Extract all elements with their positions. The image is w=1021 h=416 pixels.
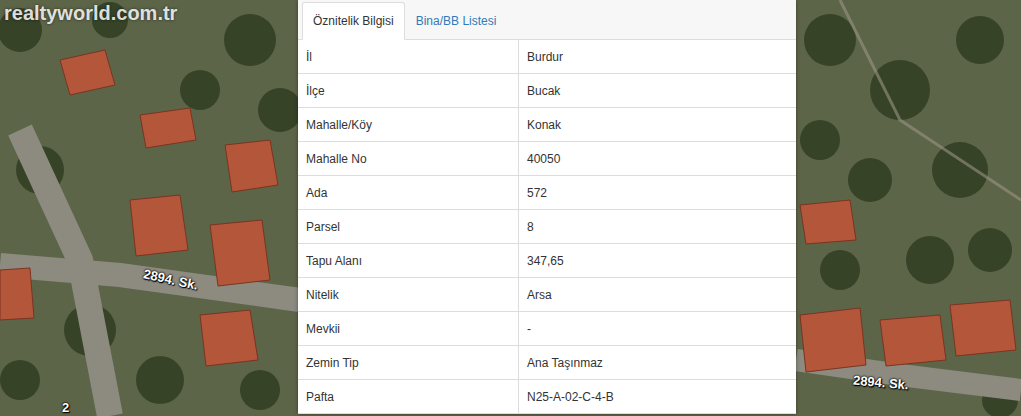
street-label: 2 [62, 400, 69, 415]
tab-bar: Öznitelik BilgisiBina/BB Listesi [298, 0, 796, 40]
row-label: İlçe [298, 74, 519, 107]
attribute-table: İlBurdurİlçeBucakMahalle/KöyKonakMahalle… [298, 40, 796, 414]
parcel-info-panel: Öznitelik BilgisiBina/BB ListesiİlBurdur… [298, 0, 796, 414]
row-value: 347,65 [519, 244, 796, 277]
row-value: 572 [519, 176, 796, 209]
table-row: Parsel8 [298, 210, 796, 244]
table-row: Tapu Alanı347,65 [298, 244, 796, 278]
watermark: realtyworld.com.tr [4, 2, 177, 25]
row-value: 8 [519, 210, 796, 243]
row-value: Ana Taşınmaz [519, 346, 796, 379]
table-row: İlBurdur [298, 40, 796, 74]
map-view[interactable]: 2894. Sk.2894. Sk.2realtyworld.com.trÖzn… [0, 0, 1021, 416]
row-value: N25-A-02-C-4-B [519, 380, 796, 413]
table-row: Mahalle/KöyKonak [298, 108, 796, 142]
row-label: Mahalle No [298, 142, 519, 175]
table-row: PaftaN25-A-02-C-4-B [298, 380, 796, 414]
row-label: Mahalle/Köy [298, 108, 519, 141]
table-row: Mahalle No40050 [298, 142, 796, 176]
row-value: - [519, 312, 796, 345]
row-label: Mevkii [298, 312, 519, 345]
row-label: Tapu Alanı [298, 244, 519, 277]
table-row: Ada572 [298, 176, 796, 210]
row-value: Konak [519, 108, 796, 141]
row-value: Burdur [519, 40, 796, 73]
table-row: NitelikArsa [298, 278, 796, 312]
row-value: Arsa [519, 278, 796, 311]
row-label: Ada [298, 176, 519, 209]
row-label: Zemin Tip [298, 346, 519, 379]
row-label: Nitelik [298, 278, 519, 311]
tab[interactable]: Öznitelik Bilgisi [302, 2, 405, 40]
table-row: Mevkii- [298, 312, 796, 346]
table-row: Zemin TipAna Taşınmaz [298, 346, 796, 380]
tab[interactable]: Bina/BB Listesi [405, 2, 508, 40]
row-label: Parsel [298, 210, 519, 243]
row-label: İl [298, 40, 519, 73]
row-label: Pafta [298, 380, 519, 413]
table-row: İlçeBucak [298, 74, 796, 108]
row-value: 40050 [519, 142, 796, 175]
row-value: Bucak [519, 74, 796, 107]
